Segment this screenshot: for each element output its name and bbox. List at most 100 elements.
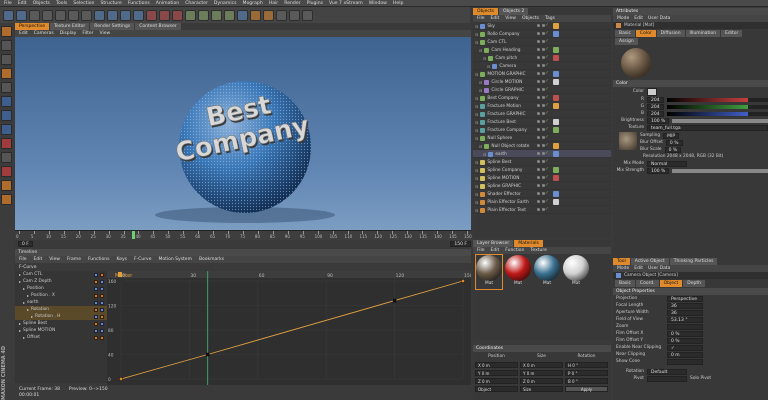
object-mode-icon[interactable] [1,54,12,65]
object-visibility-flags[interactable] [537,192,545,195]
editor-visibility-icon[interactable] [537,56,540,59]
timeline-menu-file[interactable]: File [19,257,27,262]
coord-field[interactable]: P 0 ° [565,369,608,376]
menu-help[interactable]: Help [393,1,403,6]
table-row[interactable]: ▸ Position [15,285,107,292]
camera-menu-user-data[interactable]: User Data [648,266,670,271]
timeline-menu-f-curve[interactable]: F-Curve [134,257,152,262]
array-icon[interactable] [211,9,222,21]
list-item[interactable]: ⊟ Fracture Best ✓ [473,118,611,126]
table-row[interactable]: ▸ Spline Best [15,320,107,327]
timeline-menu-frame[interactable]: Frame [67,257,81,262]
live-select-icon[interactable] [29,9,40,21]
material-tag-icon[interactable] [553,102,559,109]
menu-tools[interactable]: Tools [56,1,67,6]
fcurve-key[interactable] [205,352,210,357]
list-item[interactable]: ⊟ Camera ✓ [473,62,611,70]
table-row[interactable]: ▸ Rotation . H [15,313,107,320]
expand-arrow-icon[interactable]: ▸ [19,328,21,333]
camera-subtab-coord[interactable]: Coord. [635,280,659,287]
rgb-slider[interactable] [666,97,768,102]
editor-visibility-icon[interactable] [537,208,540,211]
track-mute-icon[interactable] [100,335,104,340]
fcurve-key[interactable] [119,377,123,381]
menu-functions[interactable]: Functions [128,1,150,6]
expand-icon[interactable]: ⊟ [479,48,482,53]
editor-visibility-icon[interactable] [537,40,540,43]
timeline-menu-bookmarks[interactable]: Bookmarks [199,257,224,262]
editor-visibility-icon[interactable] [537,112,540,115]
expand-icon[interactable]: ⊟ [475,112,478,117]
material-tag-icon[interactable] [553,118,559,125]
list-item[interactable]: ⊟ Circle MOTION ✓ [473,78,611,86]
editor-visibility-icon[interactable] [537,192,540,195]
material-tag-icon[interactable] [553,78,559,85]
current-frame-marker[interactable] [132,231,136,239]
brightness-slider[interactable] [672,118,768,123]
list-item[interactable]: ⊟ Circle GRAPHIC ✓ [473,86,611,94]
expand-icon[interactable]: ⊟ [475,160,478,165]
list-item[interactable]: ⊟ MOTION GRAPHIC ✓ [473,70,611,78]
expand-icon[interactable]: ⊟ [475,136,478,141]
enabled-check-icon[interactable]: ✓ [545,31,549,36]
material-tag-icon[interactable] [553,54,559,61]
blur-offset-field[interactable]: 0 % [665,139,683,146]
axis-mode-icon[interactable] [1,152,12,163]
camera-subtab-object[interactable]: Object [659,280,683,287]
materials-menu-function[interactable]: Function [505,248,524,253]
object-visibility-flags[interactable] [537,128,545,131]
material-ball[interactable] [505,255,531,281]
texture-file-field[interactable]: team_full.tga [647,124,768,131]
object-visibility-flags[interactable] [537,48,545,51]
mix-mode-dropdown[interactable]: Normal [647,160,687,167]
edges-mode-icon[interactable] [1,110,12,121]
menu-plugins[interactable]: Plugins [307,1,323,6]
menu-animation[interactable]: Animation [156,1,179,6]
material-tag-icon[interactable] [553,70,559,77]
objects-menu-objects[interactable]: Objects [522,16,539,21]
list-item[interactable]: ⊟ earth ✓ [473,150,611,158]
size-mode-dropdown[interactable]: Size [520,385,563,392]
workplane-icon[interactable] [1,82,12,93]
list-item[interactable]: ⊟ Fracture Company ✓ [473,126,611,134]
object-visibility-flags[interactable] [537,184,545,187]
end-frame-field[interactable]: 150 F [450,241,471,247]
expand-icon[interactable]: ⊟ [475,32,478,37]
camera-menu-edit[interactable]: Edit [634,266,643,271]
brightness-field[interactable]: 100 % [647,117,670,124]
editor-visibility-icon[interactable] [537,96,540,99]
track-mute-icon[interactable] [100,307,104,312]
list-item[interactable]: ⊟ Shader Effector ✓ [473,190,611,198]
material-tab-assign[interactable]: Assign [615,38,638,45]
objects-menu-tags[interactable]: Tags [545,16,555,21]
expand-icon[interactable]: ⊟ [475,24,478,29]
menu-hair[interactable]: Hair [269,1,278,6]
frame-ruler[interactable]: 0 5 10 15 20 25 30 35 40 45 50 55 60 65 70 75 80 85 90 95 10… [15,230,472,240]
tab-render-settings[interactable]: Render Settings [90,23,135,30]
enabled-check-icon[interactable]: ✓ [545,79,549,84]
expand-arrow-icon[interactable]: ▸ [19,321,21,326]
editor-visibility-icon[interactable] [537,32,540,35]
rgb-slider[interactable] [666,111,768,116]
timeline-menu-motion-system[interactable]: Motion System [158,257,191,262]
rgb-value-field[interactable]: 204 [647,96,664,103]
editor-visibility-icon[interactable] [537,144,540,147]
menu-file[interactable]: File [4,1,12,6]
coord-field[interactable]: B 0 ° [565,377,608,384]
property-value[interactable]: ✓ [667,344,703,351]
tweak-mode-icon[interactable] [1,138,12,149]
polygons-mode-icon[interactable] [1,124,12,135]
property-value[interactable]: 53.13 ° [667,316,703,323]
expand-arrow-icon[interactable]: ▸ [27,307,29,312]
list-item[interactable]: ⊟ Spline Best ✓ [473,158,611,166]
tab-content-browser[interactable]: Content Browser [135,23,181,30]
object-visibility-flags[interactable] [537,80,545,83]
list-item[interactable]: ⊟ Fracture Motion ✓ [473,102,611,110]
expand-icon[interactable]: ⊟ [475,200,478,205]
coord-mode-dropdown[interactable]: Object [475,385,518,392]
list-item[interactable]: ⊟ Fracture GRAPHIC ✓ [473,110,611,118]
deformer-icon[interactable] [224,9,235,21]
enabled-check-icon[interactable]: ✓ [545,191,549,196]
editor-visibility-icon[interactable] [537,104,540,107]
material-ball[interactable] [563,255,589,281]
